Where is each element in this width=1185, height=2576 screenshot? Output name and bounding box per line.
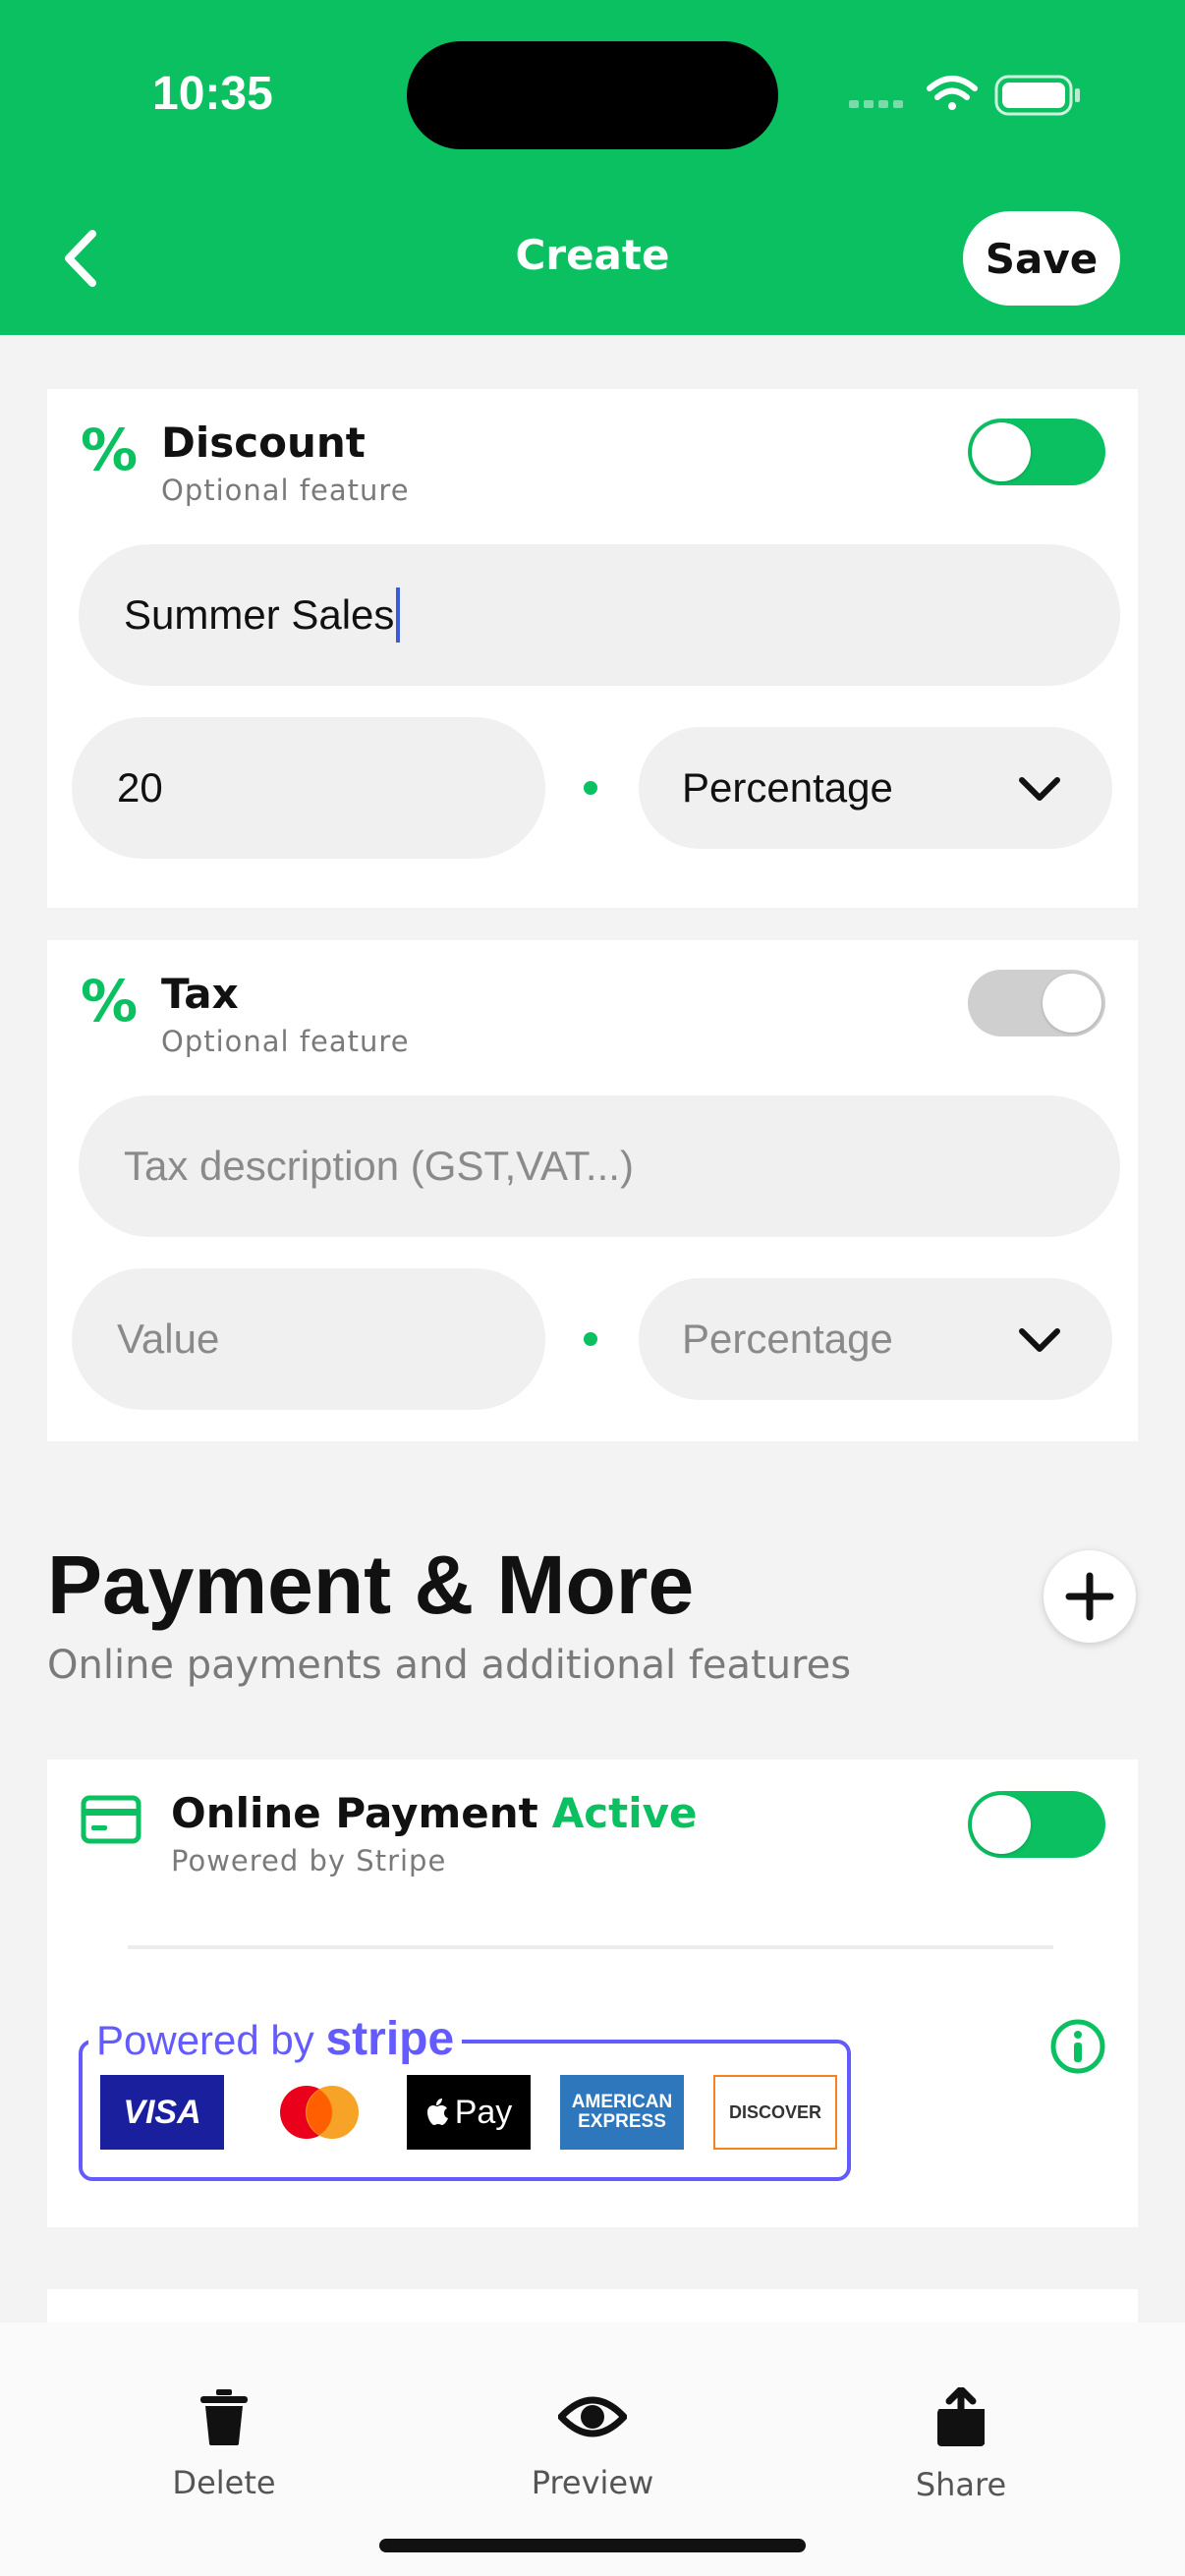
discount-name-value: Summer Sales	[124, 591, 395, 638]
status-time: 10:35	[152, 68, 273, 120]
online-payment-title: Online Payment	[171, 1789, 538, 1837]
tax-title: Tax	[161, 970, 239, 1018]
status-badge: Active	[551, 1789, 698, 1837]
percent-icon: %	[81, 968, 139, 1035]
stripe-logo: stripe	[325, 2013, 455, 2065]
discount-toggle[interactable]	[968, 419, 1105, 485]
tax-description-placeholder: Tax description (GST,VAT...)	[124, 1143, 634, 1189]
separator-dot	[584, 781, 597, 795]
app-header: 10:35 Create Save	[0, 0, 1185, 335]
share-icon	[937, 2385, 985, 2446]
battery-icon	[994, 75, 1080, 116]
tax-value-input[interactable]: Value	[72, 1268, 545, 1410]
save-button[interactable]: Save	[963, 211, 1120, 306]
section-subtitle: Online payments and additional features	[47, 1643, 852, 1688]
tax-type-select[interactable]: Percentage	[639, 1278, 1112, 1400]
online-payment-toggle[interactable]	[968, 1791, 1105, 1858]
plus-icon	[1065, 1572, 1114, 1621]
tab-label-share: Share	[915, 2466, 1007, 2503]
eye-icon	[556, 2396, 629, 2437]
trash-icon	[200, 2389, 248, 2445]
text-cursor	[396, 588, 401, 643]
home-indicator	[379, 2539, 806, 2552]
discover-logo: DISCOVER	[713, 2075, 837, 2150]
section-title: Payment & More	[47, 1539, 695, 1631]
tax-value-placeholder: Value	[117, 1316, 220, 1362]
powered-by-text: Powered by	[96, 2017, 314, 2063]
tax-subtitle: Optional feature	[161, 1025, 410, 1058]
divider	[128, 1945, 1053, 1949]
signal-icon	[849, 100, 903, 108]
visa-logo: VISA	[100, 2075, 224, 2150]
discount-type-select[interactable]: Percentage	[639, 727, 1112, 849]
delete-button[interactable]: Delete	[106, 2387, 342, 2501]
discount-name-input[interactable]: Summer Sales	[79, 544, 1120, 686]
discount-amount-input[interactable]: 20	[72, 717, 545, 859]
chevron-down-icon	[1019, 1328, 1060, 1352]
share-button[interactable]: Share	[843, 2385, 1079, 2503]
online-payment-subtitle: Powered by Stripe	[171, 1844, 447, 1877]
tab-label-preview: Preview	[531, 2464, 654, 2501]
status-icons	[849, 75, 1080, 116]
chevron-down-icon	[1019, 777, 1060, 801]
discount-type-value: Percentage	[682, 764, 893, 811]
discount-card: % Discount Optional feature Summer Sales…	[47, 389, 1138, 908]
info-icon[interactable]	[1049, 2018, 1106, 2075]
discount-subtitle: Optional feature	[161, 474, 410, 507]
discount-amount-value: 20	[117, 764, 163, 811]
preview-button[interactable]: Preview	[475, 2387, 710, 2501]
tax-card: % Tax Optional feature Tax description (…	[47, 940, 1138, 1441]
wifi-icon	[927, 76, 978, 110]
tax-description-input[interactable]: Tax description (GST,VAT...)	[79, 1095, 1120, 1237]
credit-card-icon	[81, 1795, 141, 1844]
stripe-powered-label: Powered by stripe	[88, 2012, 463, 2066]
tax-toggle[interactable]	[968, 970, 1105, 1036]
apple-pay-logo: Pay	[407, 2075, 531, 2150]
percent-icon: %	[81, 417, 139, 483]
dynamic-island	[407, 41, 778, 149]
tab-label-delete: Delete	[172, 2464, 276, 2501]
add-button[interactable]	[1044, 1550, 1136, 1643]
apple-icon	[426, 2099, 448, 2125]
tax-type-value: Percentage	[682, 1316, 893, 1362]
discount-title: Discount	[161, 419, 366, 467]
mastercard-logo	[280, 2086, 359, 2139]
amex-logo: AMERICAN EXPRESS	[560, 2075, 684, 2150]
separator-dot	[584, 1332, 597, 1346]
